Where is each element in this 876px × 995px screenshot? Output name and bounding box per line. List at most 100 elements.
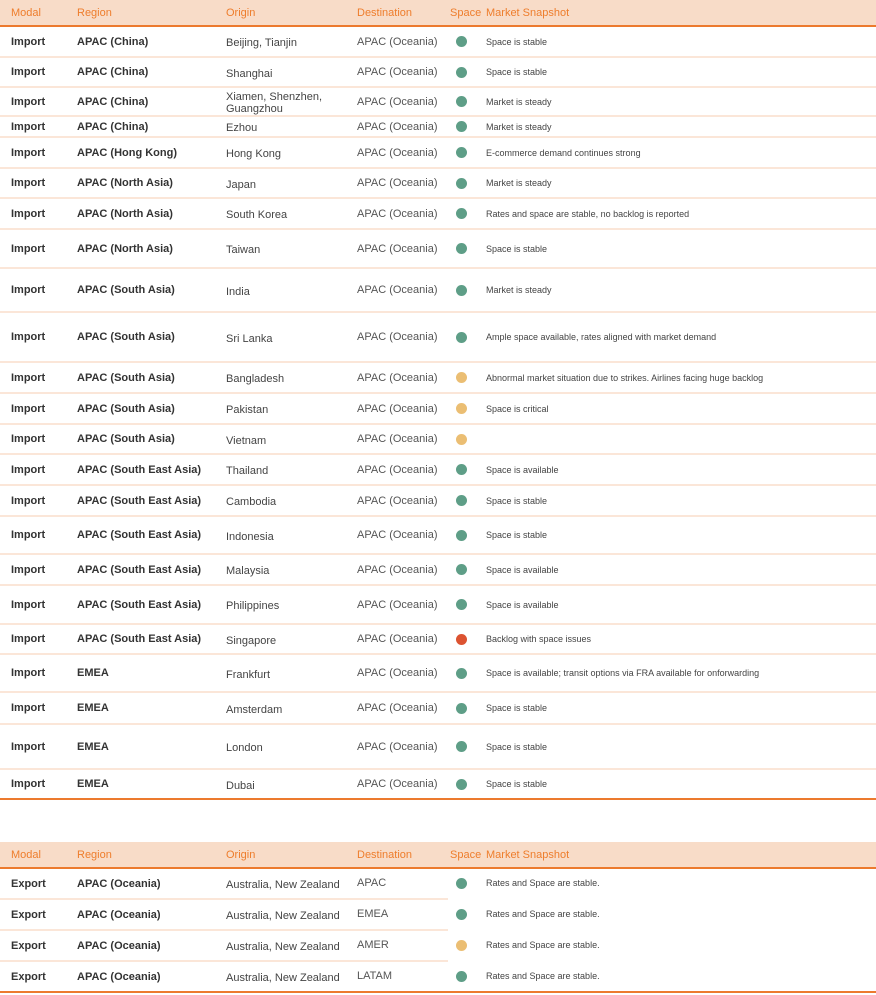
destination-cell: APAC (Oceania) [356, 424, 448, 455]
region-cell: APAC (North Asia) [76, 198, 225, 230]
region-cell: APAC (Oceania) [76, 961, 225, 993]
status-green-dot-icon [456, 778, 467, 790]
status-amber-dot-icon [456, 433, 467, 445]
market-snapshot-cell: Space is stable [485, 57, 876, 88]
table-header-row: Modal Region Origin Destination Space Ma… [0, 0, 876, 27]
origin-cell: Ezhou [225, 116, 356, 138]
table-row: Import APAC (North Asia) Japan APAC (Oceani… [0, 168, 876, 199]
modal-cell: Export [0, 899, 76, 931]
origin-cell: Japan [225, 168, 356, 199]
table-row: Import APAC (South East Asia) Indonesia APA… [0, 516, 876, 555]
status-amber-dot-icon [456, 940, 467, 952]
table-row: Import APAC (Hong Kong) Hong Kong APAC (Oce… [0, 137, 876, 169]
origin-cell: Australia, New Zealand [225, 930, 356, 962]
status-amber-dot-icon [456, 403, 467, 415]
market-snapshot-cell: Space is critical [485, 393, 876, 425]
space-status-cell [448, 268, 485, 313]
table-row: Import APAC (South East Asia) Thailand APAC… [0, 454, 876, 486]
table-row: Import APAC (South East Asia) Singapore APA… [0, 624, 876, 655]
table-row: Export APAC (Oceania) Australia, New Zeala… [0, 961, 876, 993]
table-row: Export APAC (Oceania) Australia, New Zeala… [0, 868, 876, 900]
modal-cell: Export [0, 961, 76, 993]
market-snapshot-cell: Space is stable [485, 26, 876, 58]
modal-cell: Import [0, 198, 76, 230]
destination-cell: APAC (Oceania) [356, 362, 448, 394]
market-snapshot-cell: Market is steady [485, 268, 876, 313]
destination-cell: APAC (Oceania) [356, 137, 448, 169]
status-green-dot-icon [456, 667, 467, 679]
header-origin: Origin [225, 0, 356, 27]
destination-cell: APAC (Oceania) [356, 198, 448, 230]
origin-cell: Thailand [225, 454, 356, 486]
import-market-table: Modal Region Origin Destination Space Ma… [0, 0, 876, 800]
table-row: Import APAC (North Asia) Taiwan APAC (Ocean… [0, 229, 876, 269]
space-status-cell [448, 624, 485, 655]
table-row: Import EMEA London APAC (Oceania) Space is s… [0, 724, 876, 770]
origin-cell: Amsterdam [225, 692, 356, 725]
space-status-cell [448, 769, 485, 800]
market-snapshot-cell: Space is stable [485, 724, 876, 770]
origin-cell: Australia, New Zealand [225, 868, 356, 900]
header-destination: Destination [356, 0, 448, 27]
modal-cell: Import [0, 654, 76, 693]
status-green-dot-icon [456, 208, 467, 220]
header-destination: Destination [356, 842, 448, 869]
space-status-cell [448, 393, 485, 425]
table-row: Import EMEA Amsterdam APAC (Oceania) Space i… [0, 692, 876, 725]
status-green-dot-icon [456, 36, 467, 48]
modal-cell: Import [0, 312, 76, 363]
origin-cell: Sri Lanka [225, 312, 356, 363]
status-green-dot-icon [456, 331, 467, 343]
table-row: Import APAC (China) Beijing, Tianjin APAC (… [0, 26, 876, 58]
status-green-dot-icon [456, 909, 467, 921]
destination-cell: APAC (Oceania) [356, 393, 448, 425]
origin-cell: Vietnam [225, 424, 356, 455]
header-region: Region [76, 842, 225, 869]
destination-cell: APAC (Oceania) [356, 516, 448, 555]
region-cell: APAC (Oceania) [76, 868, 225, 900]
modal-cell: Import [0, 769, 76, 800]
status-green-dot-icon [456, 702, 467, 714]
space-status-cell [448, 485, 485, 517]
modal-cell: Import [0, 424, 76, 455]
region-cell: APAC (South Asia) [76, 424, 225, 455]
status-green-dot-icon [456, 495, 467, 507]
table-row: Import APAC (South Asia) Bangladesh APAC (O… [0, 362, 876, 394]
market-snapshot-cell: Space is stable [485, 485, 876, 517]
space-status-cell [448, 961, 485, 993]
region-cell: APAC (Oceania) [76, 899, 225, 931]
region-cell: APAC (South East Asia) [76, 624, 225, 655]
table-header-row: Modal Region Origin Destination Space Ma… [0, 842, 876, 869]
origin-cell: Cambodia [225, 485, 356, 517]
table-row: Import APAC (South East Asia) Malaysia APAC… [0, 554, 876, 586]
region-cell: EMEA [76, 654, 225, 693]
status-green-dot-icon [456, 971, 467, 983]
destination-cell: APAC (Oceania) [356, 57, 448, 88]
modal-cell: Import [0, 268, 76, 313]
header-origin: Origin [225, 842, 356, 869]
destination-cell: APAC (Oceania) [356, 692, 448, 725]
status-green-dot-icon [456, 284, 467, 296]
market-snapshot-cell: Backlog with space issues [485, 624, 876, 655]
origin-cell: Philippines [225, 585, 356, 625]
space-status-cell [448, 26, 485, 58]
market-snapshot-cell: Rates and Space are stable. [486, 878, 600, 888]
table-row: Import APAC (South Asia) Sri Lanka APAC (Oc… [0, 312, 876, 363]
modal-cell: Import [0, 26, 76, 58]
destination-cell: APAC (Oceania) [356, 769, 448, 800]
market-snapshot-cell [485, 424, 876, 455]
market-snapshot-cell: Market is steady [485, 87, 876, 117]
table-row: Import APAC (China) Xiamen, Shenzhen, Guan… [0, 87, 876, 117]
table-row: Import APAC (South Asia) Vietnam APAC (Ocea… [0, 424, 876, 455]
status-green-dot-icon [456, 878, 467, 890]
status-green-dot-icon [456, 564, 467, 576]
region-cell: APAC (Oceania) [76, 930, 225, 962]
destination-cell: APAC (Oceania) [356, 624, 448, 655]
space-status-cell [448, 198, 485, 230]
market-snapshot-cell: Space is stable [485, 516, 876, 555]
export-market-table: Modal Region Origin Destination Space Ma… [0, 842, 876, 993]
status-green-dot-icon [456, 147, 467, 159]
status-green-dot-icon [456, 464, 467, 476]
modal-cell: Import [0, 116, 76, 138]
origin-cell: Xiamen, Shenzhen, Guangzhou [225, 87, 356, 117]
